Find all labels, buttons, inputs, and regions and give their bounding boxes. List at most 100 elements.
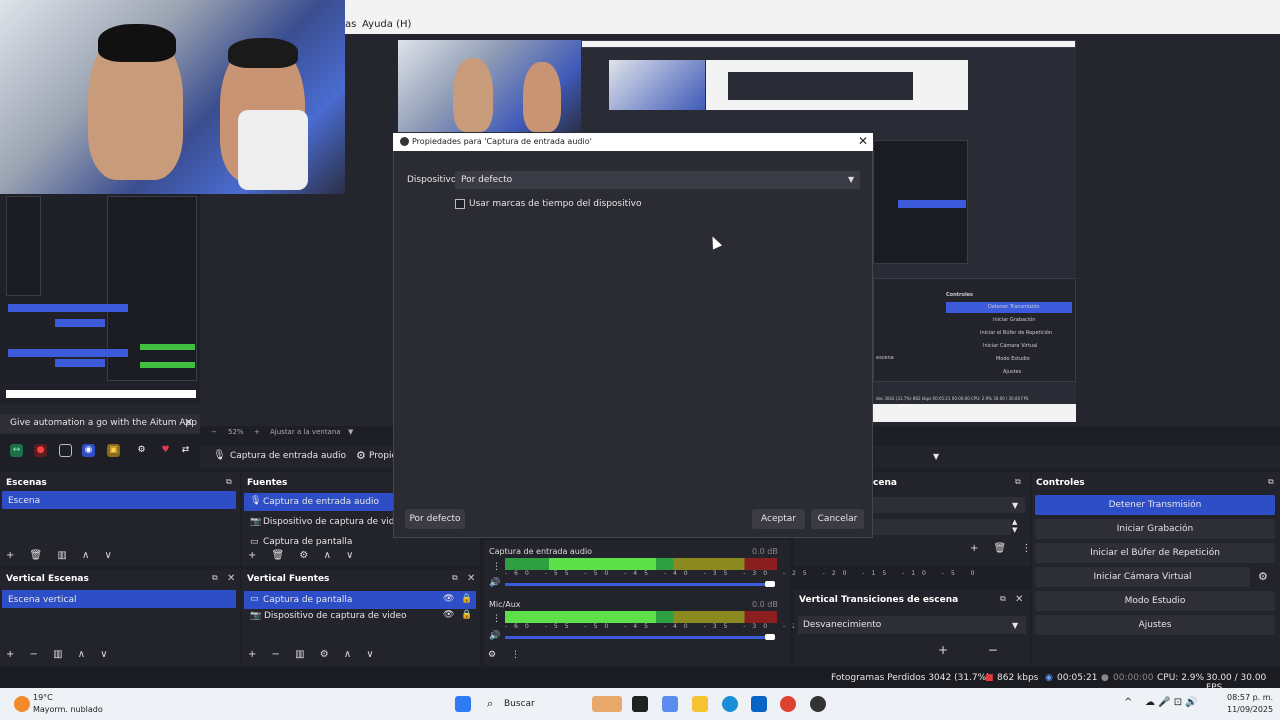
dock-float-icon[interactable]: ⧉	[226, 477, 232, 487]
vertical-sources-toolbar[interactable]: + − ▥ ⚙ ∧ ∨	[248, 649, 380, 660]
volume-slider-knob[interactable]	[765, 634, 775, 640]
kebab-icon[interactable]: ⋮	[492, 614, 501, 624]
vertical-scenes-toolbar[interactable]: + − ▥ ∧ ∨	[6, 649, 114, 660]
volume-slider-knob[interactable]	[765, 581, 775, 587]
close-icon[interactable]: ✕	[858, 134, 868, 148]
mic-icon: 🎙	[250, 496, 262, 506]
outlook-icon[interactable]	[751, 696, 767, 712]
aitum-banner-text[interactable]: Give automation a go with the Aitum App	[10, 418, 197, 428]
scenes-toolbar[interactable]: + 🗑 ▥ ∧ ∨	[6, 550, 118, 561]
settings-button[interactable]: Ajustes	[1035, 615, 1275, 635]
dock-float-icon[interactable]: ⧉	[1000, 594, 1006, 604]
nested-button-label: Iniciar el Búfer de Repetición	[980, 330, 1053, 336]
weather-desc[interactable]: Mayorm. nublado	[33, 705, 103, 714]
taskbar-search[interactable]: Buscar	[504, 699, 535, 709]
defaults-button[interactable]: Por defecto	[405, 509, 465, 529]
aitum-connect-icon[interactable]: ↔	[10, 444, 23, 457]
source-item[interactable]: Dispositivo de captura de video	[263, 517, 406, 527]
scene-item[interactable]: Escena	[8, 496, 40, 506]
chevron-down-icon[interactable]: ▼	[933, 452, 939, 461]
obs-icon[interactable]	[810, 696, 826, 712]
cancel-button[interactable]: Cancelar	[811, 509, 864, 529]
clock-time[interactable]: 08:57 p. m.	[1227, 693, 1273, 702]
transitions-toolbar[interactable]: + 🗑 ⋮	[970, 543, 1037, 554]
mixer-channel-db: 0.0 dB	[752, 600, 778, 609]
dropped-frames: Fotogramas Perdidos 3042 (31.7%)	[831, 673, 990, 683]
zoom-out-button[interactable]: −	[211, 428, 217, 436]
start-recording-button[interactable]: Iniciar Grabación	[1035, 519, 1275, 539]
aitum-close-icon[interactable]: ✕	[184, 416, 193, 429]
speaker-icon[interactable]: 🔊	[489, 631, 500, 641]
gear-icon[interactable]: ⚙	[135, 444, 148, 457]
zoom-in-button[interactable]: +	[254, 428, 260, 436]
timestamp-label[interactable]: Usar marcas de tiempo del dispositivo	[469, 199, 641, 209]
copilot-icon[interactable]	[662, 696, 678, 712]
duration-field[interactable]	[873, 519, 1011, 535]
transition-select[interactable]	[873, 497, 1025, 513]
edge-icon[interactable]	[722, 696, 738, 712]
chevron-down-icon[interactable]: ▼	[848, 175, 854, 184]
device-select[interactable]	[455, 171, 860, 189]
volume-slider[interactable]	[505, 636, 769, 639]
chevron-down-icon[interactable]: ▼	[1012, 501, 1018, 510]
nested-button-label: Detener Transmisión	[988, 304, 1040, 310]
menu-item-help[interactable]: Ayuda (H)	[362, 19, 411, 30]
aitum-square-icon[interactable]	[59, 444, 72, 457]
heart-icon[interactable]: ♥	[159, 444, 172, 457]
lock-icon[interactable]: 🔒	[461, 610, 472, 620]
dock-float-icon[interactable]: ⧉	[1015, 477, 1021, 487]
stop-stream-button[interactable]: Detener Transmisión	[1035, 495, 1275, 515]
vertical-scene-item[interactable]: Escena vertical	[8, 595, 77, 605]
aitum-stream-icon[interactable]: ◉	[82, 444, 95, 457]
clock-date[interactable]: 11/09/2025	[1227, 705, 1273, 714]
webcam-overlay	[0, 0, 345, 194]
tray-icons[interactable]: ☁ 🎤 ⊡ 🔊	[1145, 697, 1198, 708]
speaker-icon[interactable]: 🔊	[489, 578, 500, 588]
start-virtual-camera-button[interactable]: Iniciar Cámara Virtual	[1035, 567, 1250, 587]
volume-slider[interactable]	[505, 583, 769, 586]
search-icon[interactable]: ⌕	[487, 697, 493, 711]
aitum-replay-icon[interactable]: ▣	[107, 444, 120, 457]
weather-temp[interactable]: 19°C	[33, 693, 53, 702]
chevron-up-icon[interactable]: ^	[1124, 697, 1132, 708]
widgets-icon[interactable]	[592, 696, 622, 712]
volume-meter-level	[549, 558, 656, 570]
eye-icon[interactable]: 👁	[443, 594, 454, 604]
ok-button[interactable]: Aceptar	[752, 509, 805, 529]
gear-icon[interactable]: ⚙	[488, 650, 496, 660]
zoom-fit-button[interactable]: Ajustar a la ventana	[270, 428, 341, 436]
close-icon[interactable]: ✕	[1015, 594, 1023, 605]
chrome-icon[interactable]	[780, 696, 796, 712]
vertical-source-item[interactable]: Dispositivo de captura de video	[264, 611, 407, 621]
file-explorer-icon[interactable]	[692, 696, 708, 712]
aitum-record-icon[interactable]: ●	[34, 444, 47, 457]
stream-health-icon: ■	[985, 673, 994, 683]
eye-icon[interactable]: 👁	[443, 610, 454, 620]
start-replay-buffer-button[interactable]: Iniciar el Búfer de Repetición	[1035, 543, 1275, 563]
vertical-source-item[interactable]: Captura de pantalla	[263, 595, 352, 605]
source-item[interactable]: Captura de pantalla	[263, 537, 352, 547]
spin-arrows-icon[interactable]: ▲ ▼	[1012, 518, 1017, 534]
kebab-icon[interactable]: ⋮	[511, 650, 520, 660]
sources-toolbar[interactable]: + 🗑 ⚙ ∧ ∨	[248, 550, 359, 561]
switch-icon[interactable]: ⇄	[179, 444, 192, 457]
close-icon[interactable]: ✕	[467, 573, 475, 584]
menu-item-partial[interactable]: as	[345, 19, 356, 30]
weather-icon[interactable]	[14, 696, 30, 712]
dock-float-icon[interactable]: ⧉	[212, 573, 218, 583]
lock-icon[interactable]: 🔒	[461, 594, 472, 604]
close-icon[interactable]: ✕	[227, 573, 235, 584]
kebab-icon[interactable]: ⋮	[492, 562, 501, 572]
gear-icon[interactable]: ⚙	[356, 449, 366, 462]
dock-float-icon[interactable]: ⧉	[452, 573, 458, 583]
chevron-down-icon[interactable]: ▼	[348, 428, 353, 436]
timestamp-checkbox[interactable]	[455, 199, 465, 209]
task-view-icon[interactable]	[632, 696, 648, 712]
gear-icon[interactable]: ⚙	[1258, 570, 1268, 583]
source-item[interactable]: Captura de entrada audio	[263, 497, 379, 507]
vertical-transitions-title: Vertical Transiciones de escena	[799, 595, 959, 605]
chevron-down-icon[interactable]: ▼	[1012, 621, 1018, 630]
dock-float-icon[interactable]: ⧉	[1268, 477, 1274, 487]
windows-start-icon[interactable]	[455, 696, 471, 712]
studio-mode-button[interactable]: Modo Estudio	[1035, 591, 1275, 611]
